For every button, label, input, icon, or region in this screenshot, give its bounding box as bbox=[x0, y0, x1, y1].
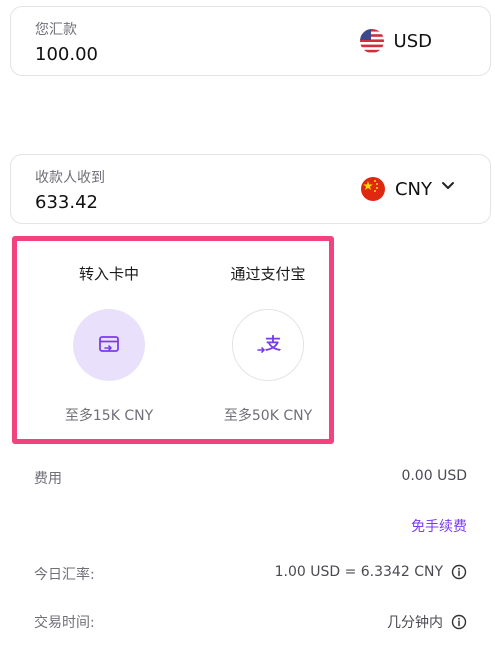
receive-amount-value[interactable]: 633.42 bbox=[35, 192, 98, 213]
us-flag-icon bbox=[359, 29, 384, 53]
method-title: 通过支付宝 bbox=[230, 265, 306, 283]
receive-amount-label: 收款人收到 bbox=[35, 170, 105, 186]
receive-amount-field[interactable]: 收款人收到 633.42 CNY bbox=[10, 154, 491, 224]
card-transfer-icon[interactable] bbox=[73, 309, 145, 381]
send-amount-value[interactable]: 100.00 bbox=[35, 44, 98, 65]
exchange-rate-label: 今日汇率: bbox=[34, 567, 95, 583]
receive-currency-selector[interactable]: CNY bbox=[360, 177, 432, 201]
svg-text:支: 支 bbox=[264, 334, 282, 353]
method-alipay[interactable]: 通过支付宝 支 至多50K CNY bbox=[193, 241, 343, 439]
alipay-icon[interactable]: 支 bbox=[232, 309, 304, 381]
send-currency: USD bbox=[359, 29, 432, 53]
info-icon[interactable] bbox=[451, 614, 467, 630]
chevron-down-icon[interactable] bbox=[440, 177, 456, 193]
fee-label: 费用 bbox=[34, 471, 62, 487]
fee-free-note: 免手续费 bbox=[411, 519, 467, 535]
transaction-time-label: 交易时间: bbox=[34, 615, 95, 631]
send-amount-field[interactable]: 您汇款 100.00 USD bbox=[10, 6, 491, 76]
method-limit: 至多50K CNY bbox=[223, 408, 313, 424]
receive-currency-code: CNY bbox=[394, 178, 432, 200]
method-title: 转入卡中 bbox=[78, 265, 139, 283]
payout-methods: 转入卡中 至多15K CNY 通过支付宝 支 至多50K CNY bbox=[12, 236, 334, 444]
method-limit: 至多15K CNY bbox=[64, 408, 154, 424]
fee-value: 0.00 USD bbox=[401, 468, 467, 484]
info-icon[interactable] bbox=[451, 564, 467, 580]
exchange-rate-value-wrap: 1.00 USD = 6.3342 CNY bbox=[275, 564, 467, 580]
transaction-time-value: 几分钟内 bbox=[387, 615, 443, 631]
exchange-rate-value: 1.00 USD = 6.3342 CNY bbox=[274, 564, 443, 580]
send-currency-code: USD bbox=[393, 30, 432, 52]
send-amount-label: 您汇款 bbox=[35, 22, 77, 38]
method-card-transfer[interactable]: 转入卡中 至多15K CNY bbox=[34, 241, 184, 439]
transaction-time-value-wrap: 几分钟内 bbox=[387, 612, 467, 632]
cn-flag-icon bbox=[360, 177, 385, 201]
